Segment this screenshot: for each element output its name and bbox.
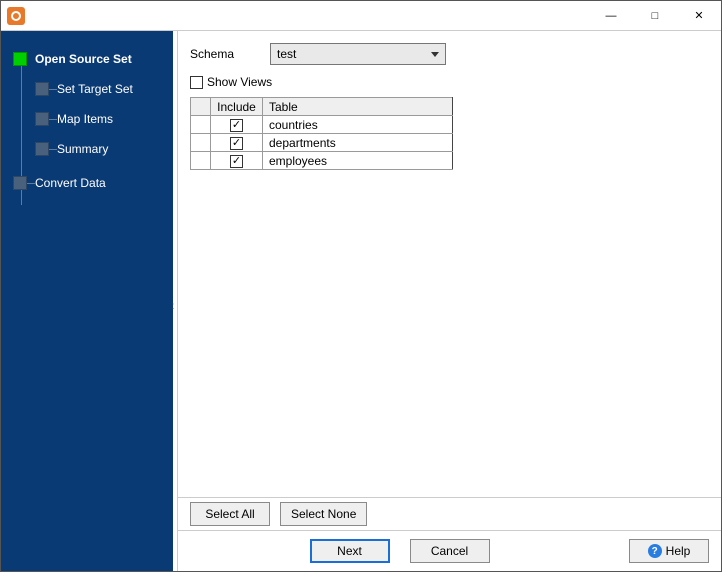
include-cell[interactable] (211, 152, 263, 170)
include-checkbox[interactable] (230, 137, 243, 150)
step-convert-data[interactable]: Convert Data (13, 173, 167, 193)
step-label: Summary (57, 142, 108, 156)
tables-grid: Include Table countries (190, 97, 453, 170)
step-node-icon (35, 82, 49, 96)
step-open-source-set[interactable]: Open Source Set (13, 49, 167, 69)
step-node-icon (35, 112, 49, 126)
step-map-items[interactable]: Map Items (35, 109, 167, 129)
close-button[interactable]: ✕ (677, 1, 721, 31)
row-header-cell (191, 116, 211, 134)
form-area: Schema test Show Views (178, 31, 721, 95)
step-label: Open Source Set (35, 52, 132, 66)
select-all-button[interactable]: Select All (190, 502, 270, 526)
step-node-icon (35, 142, 49, 156)
include-cell[interactable] (211, 134, 263, 152)
minimize-button[interactable]: — (589, 1, 633, 31)
wizard-steps-sidebar: Open Source Set Set Target Set Map Items… (1, 31, 173, 571)
app-icon (7, 7, 25, 25)
include-checkbox[interactable] (230, 155, 243, 168)
step-label: Set Target Set (57, 82, 133, 96)
schema-row: Schema test (190, 43, 709, 65)
include-checkbox[interactable] (230, 119, 243, 132)
step-label: Convert Data (35, 176, 106, 190)
step-summary[interactable]: Summary (35, 139, 167, 159)
step-node-icon (13, 176, 27, 190)
selection-buttons-bar: Select All Select None (178, 497, 721, 530)
titlebar: — □ ✕ (1, 1, 721, 31)
table-row[interactable]: employees (191, 152, 453, 170)
row-header-col (191, 98, 211, 116)
main-panel: Schema test Show Views Include (177, 31, 721, 571)
tables-grid-wrap: Include Table countries (190, 97, 709, 170)
next-button[interactable]: Next (310, 539, 390, 563)
window-controls: — □ ✕ (589, 1, 721, 31)
table-name-cell[interactable]: departments (263, 134, 453, 152)
wizard-buttons-bar: Next Cancel ? Help (178, 530, 721, 571)
help-icon: ? (648, 544, 662, 558)
include-cell[interactable] (211, 116, 263, 134)
sidebar-resizer[interactable] (173, 31, 177, 571)
wizard-window: — □ ✕ Open Source Set Set Target Set (0, 0, 722, 572)
step-node-icon (13, 52, 27, 66)
steps-tree: Open Source Set Set Target Set Map Items… (13, 49, 167, 193)
show-views-row: Show Views (190, 75, 709, 89)
schema-value: test (277, 47, 296, 61)
row-header-cell (191, 152, 211, 170)
step-label: Map Items (57, 112, 113, 126)
maximize-button[interactable]: □ (633, 1, 677, 31)
help-label: Help (666, 544, 691, 558)
table-name-cell[interactable]: countries (263, 116, 453, 134)
select-none-button[interactable]: Select None (280, 502, 367, 526)
table-row[interactable]: departments (191, 134, 453, 152)
table-row[interactable]: countries (191, 116, 453, 134)
step-set-target-set[interactable]: Set Target Set (35, 79, 167, 99)
include-header[interactable]: Include (211, 98, 263, 116)
cancel-button[interactable]: Cancel (410, 539, 490, 563)
show-views-checkbox[interactable] (190, 76, 203, 89)
schema-combobox[interactable]: test (270, 43, 446, 65)
help-button[interactable]: ? Help (629, 539, 709, 563)
show-views-label: Show Views (207, 75, 272, 89)
table-header[interactable]: Table (263, 98, 453, 116)
row-header-cell (191, 134, 211, 152)
table-name-cell[interactable]: employees (263, 152, 453, 170)
schema-label: Schema (190, 47, 270, 61)
